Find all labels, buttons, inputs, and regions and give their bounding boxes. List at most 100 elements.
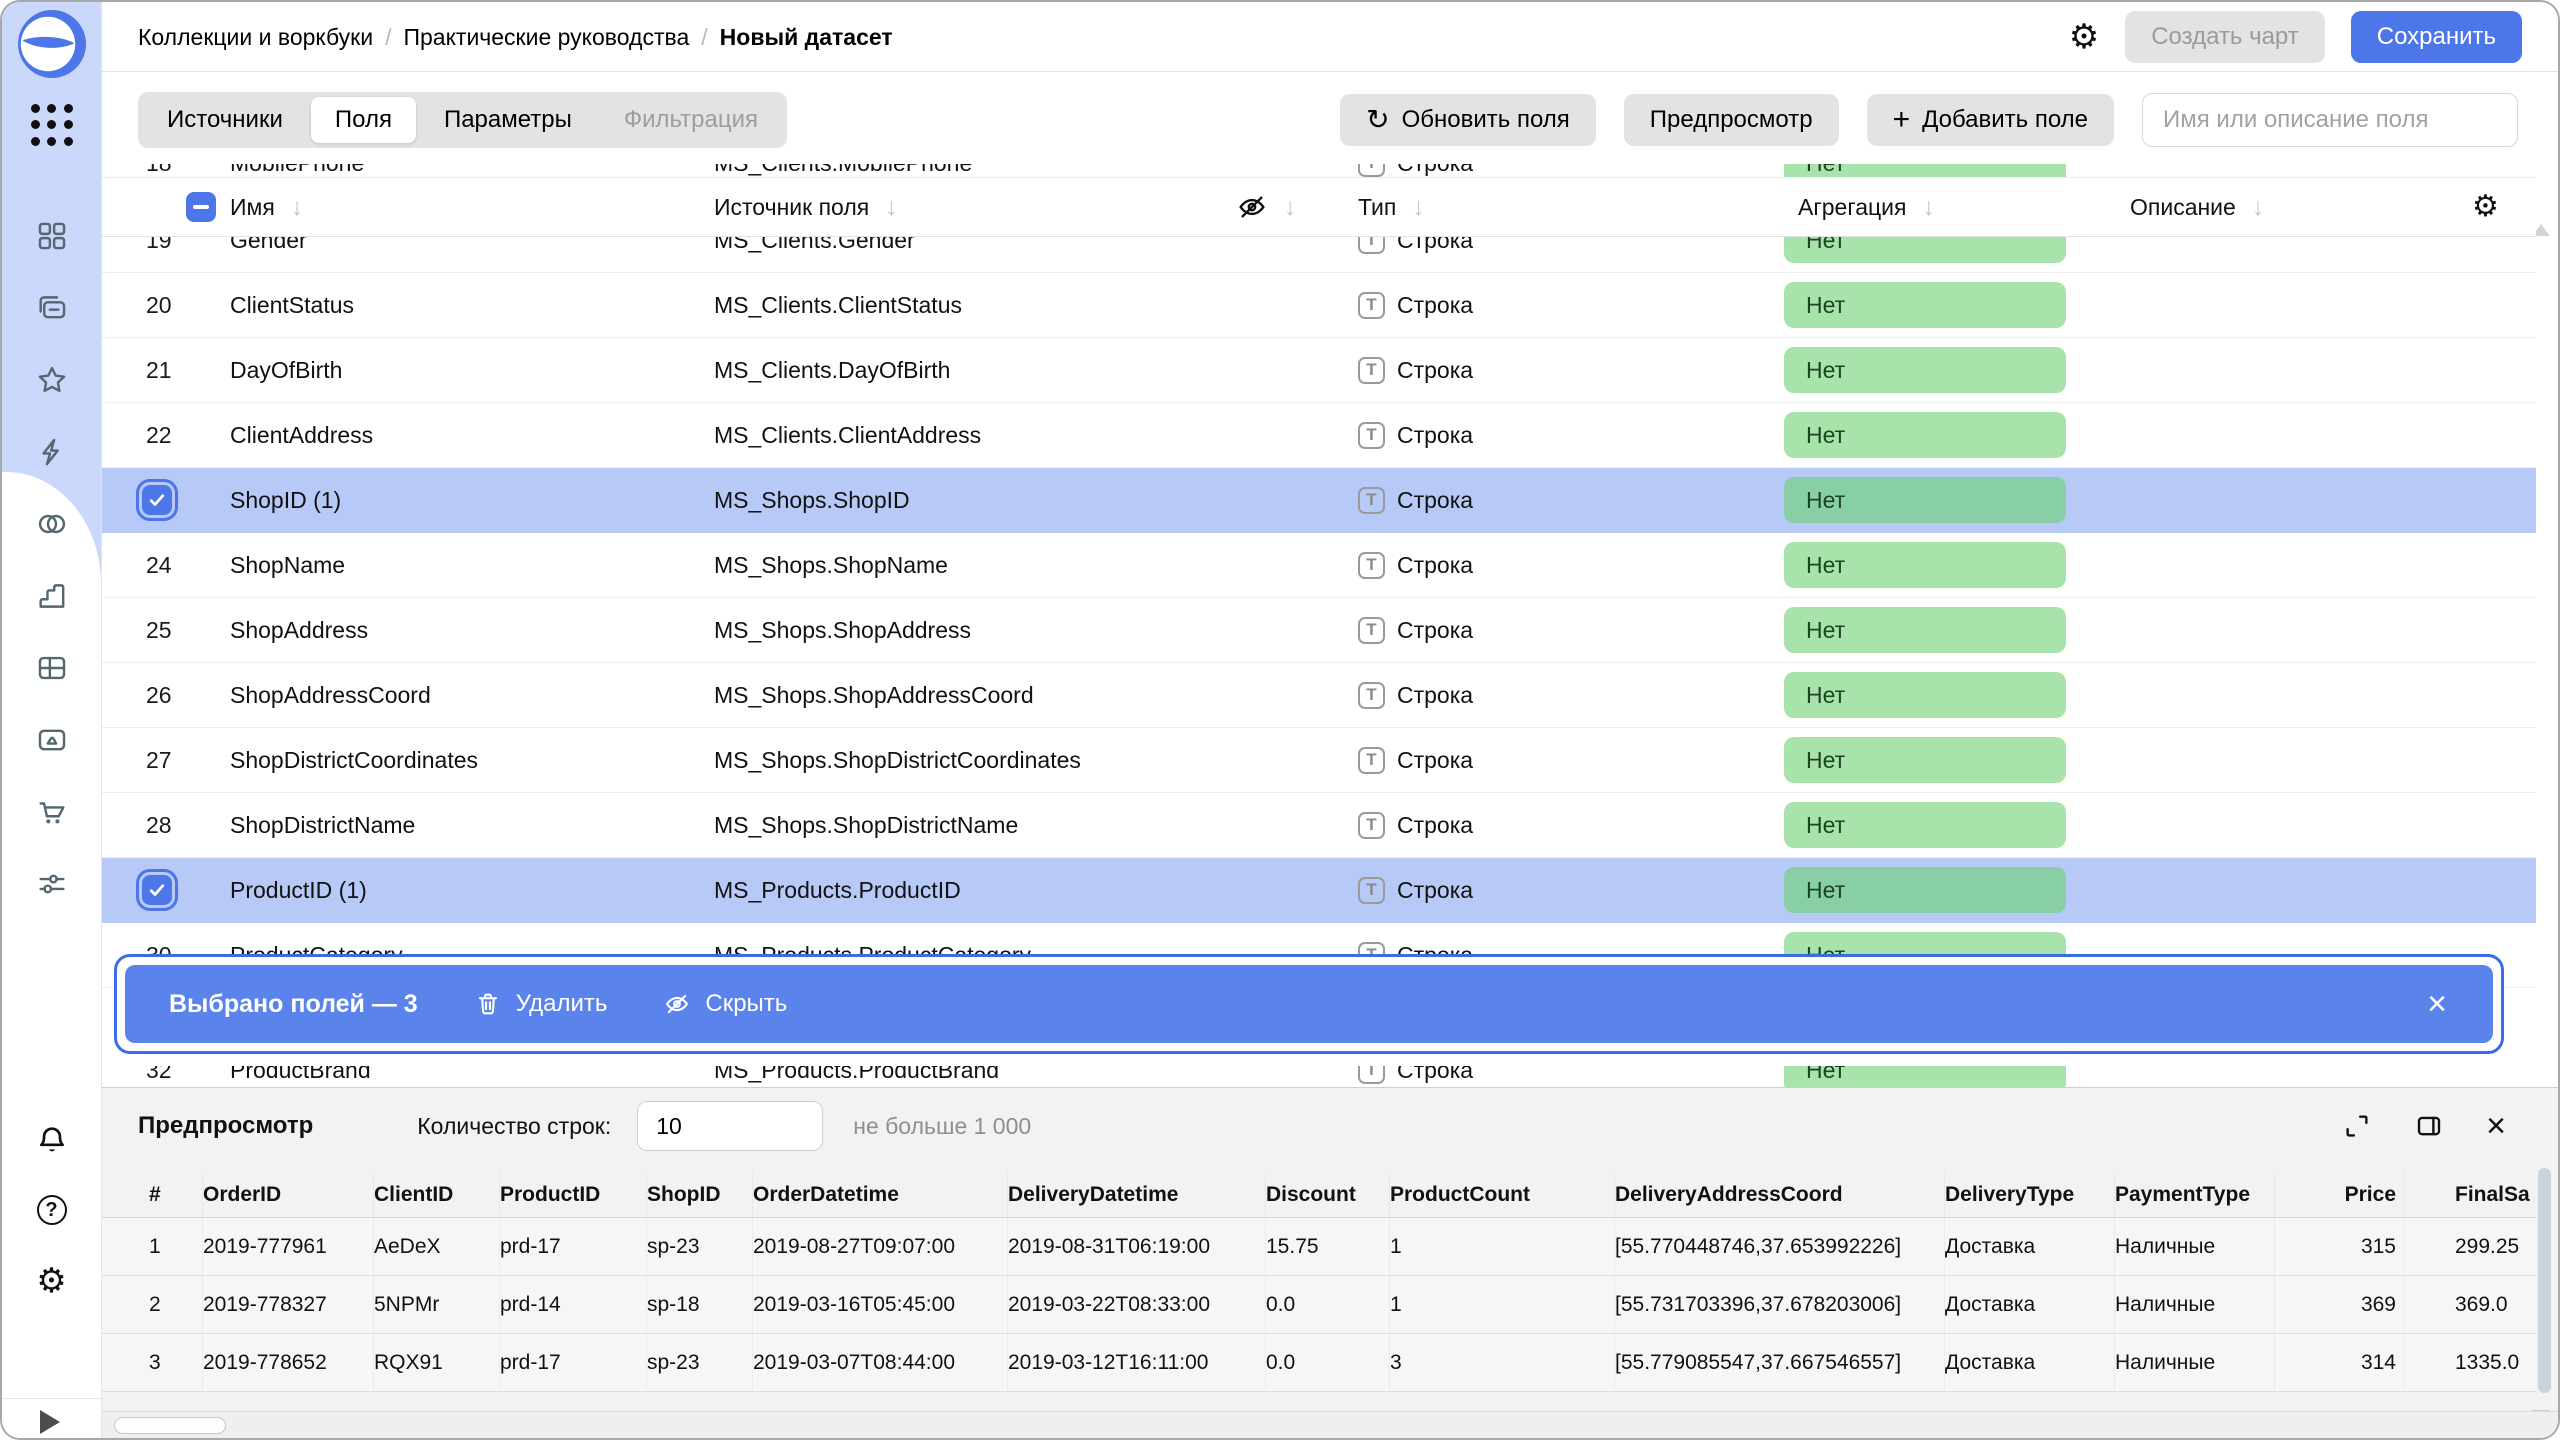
field-row[interactable]: 19GenderMS_Clients.GenderTСтрокаНет [102,237,2536,273]
preview-horizontal-scrollbar[interactable] [88,1411,2558,1438]
field-type-cell[interactable]: TСтрока [1336,357,1776,384]
preview-column-header[interactable]: # [149,1172,203,1217]
sidebar-item-favorites-icon[interactable] [34,362,70,398]
field-row[interactable]: 26ShopAddressCoordMS_Shops.ShopAddressCo… [102,663,2536,728]
field-row[interactable]: 32ProductBrandMS_Products.ProductBrandTС… [102,1066,2536,1087]
tab-sources[interactable]: Источники [143,97,307,143]
column-header-name[interactable]: Имя [230,194,275,220]
create-chart-button[interactable]: Создать чарт [2125,11,2325,63]
aggregation-select[interactable]: Нет [1784,164,2066,177]
preview-column-header[interactable]: DeliveryAddressCoord [1615,1172,1945,1217]
field-type-cell[interactable]: TСтрока [1336,164,1776,177]
sort-icon[interactable]: ↓ [2252,193,2265,221]
sidebar-item-dashboards-icon[interactable] [34,218,70,254]
hide-selected-button[interactable]: Скрыть [663,990,787,1018]
sort-icon[interactable]: ↓ [1922,193,1935,221]
aggregation-select[interactable]: Нет [1784,867,2066,913]
table-settings-gear-icon[interactable]: ⚙ [2472,192,2499,222]
preview-column-header[interactable]: ProductID [500,1172,647,1217]
aggregation-select[interactable]: Нет [1784,347,2066,393]
preview-vertical-scrollbar[interactable] [2538,1168,2552,1398]
field-row[interactable]: 22ClientAddressMS_Clients.ClientAddressT… [102,403,2536,468]
field-type-cell[interactable]: TСтрока [1336,1066,1776,1084]
apps-grid-icon[interactable] [31,104,73,146]
save-button[interactable]: Сохранить [2351,11,2522,63]
field-row[interactable]: 28ShopDistrictNameMS_Shops.ShopDistrictN… [102,793,2536,858]
aggregation-select[interactable]: Нет [1784,1066,2066,1087]
preview-column-header[interactable]: DeliveryType [1945,1172,2115,1217]
banner-close-icon[interactable]: × [2427,987,2447,1021]
sidebar-item-charts-icon[interactable] [34,578,70,614]
sidebar-expand-icon[interactable] [40,1410,60,1434]
field-type-cell[interactable]: TСтрока [1336,237,1776,254]
sidebar-item-tables-icon[interactable] [34,650,70,686]
field-row[interactable]: 24ShopNameMS_Shops.ShopNameTСтрокаНет [102,533,2536,598]
preview-button[interactable]: Предпросмотр [1624,94,1839,146]
sort-icon[interactable]: ↓ [1284,193,1297,222]
preview-column-header[interactable]: ProductCount [1390,1172,1615,1217]
field-type-cell[interactable]: TСтрока [1336,487,1776,514]
field-row[interactable]: 20ClientStatusMS_Clients.ClientStatusTСт… [102,273,2536,338]
preview-column-header[interactable]: PaymentType [2115,1172,2275,1217]
preview-column-header[interactable]: Price [2275,1172,2405,1217]
field-row[interactable]: ProductID (1)MS_Products.ProductIDTСтрок… [102,858,2536,923]
field-type-cell[interactable]: TСтрока [1336,682,1776,709]
add-field-button[interactable]: + Добавить поле [1867,94,2114,146]
field-type-cell[interactable]: TСтрока [1336,422,1776,449]
sort-icon[interactable]: ↓ [885,193,898,221]
field-type-cell[interactable]: TСтрока [1336,617,1776,644]
preview-column-header[interactable]: ShopID [647,1172,753,1217]
aggregation-select[interactable]: Нет [1784,282,2066,328]
hidden-eye-icon[interactable] [1236,191,1268,223]
field-type-cell[interactable]: TСтрока [1336,292,1776,319]
split-view-icon[interactable] [2414,1111,2444,1141]
field-type-cell[interactable]: TСтрока [1336,747,1776,774]
settings-gear-icon[interactable]: ⚙ [34,1263,70,1299]
sidebar-item-marketplace-icon[interactable] [34,794,70,830]
column-header-type[interactable]: Тип [1358,194,1396,221]
tab-fields[interactable]: Поля [311,97,416,143]
preview-close-icon[interactable]: × [2486,1109,2506,1143]
aggregation-select[interactable]: Нет [1784,412,2066,458]
preview-column-header[interactable]: OrderDatetime [753,1172,1008,1217]
row-count-input[interactable] [637,1101,823,1151]
breadcrumb-item[interactable]: Практические руководства [403,24,689,51]
field-row[interactable]: 18MobilePhoneMS_Clients.MobilePhoneTСтро… [102,164,2536,177]
column-header-description[interactable]: Описание [2130,194,2236,220]
field-row[interactable]: ShopID (1)MS_Shops.ShopIDTСтрокаНет [102,468,2536,533]
help-icon[interactable]: ? [34,1192,70,1228]
preview-column-header[interactable]: ClientID [374,1172,500,1217]
aggregation-select[interactable]: Нет [1784,802,2066,848]
field-type-cell[interactable]: TСтрока [1336,812,1776,839]
update-fields-button[interactable]: ↻ Обновить поля [1340,94,1596,146]
dataset-settings-gear-icon[interactable]: ⚙ [2069,20,2099,54]
sort-icon[interactable]: ↓ [1412,193,1425,222]
aggregation-select[interactable]: Нет [1784,607,2066,653]
datalens-logo-icon[interactable] [16,8,88,80]
field-row[interactable]: 27ShopDistrictCoordinatesMS_Shops.ShopDi… [102,728,2536,793]
field-type-cell[interactable]: TСтрока [1336,877,1776,904]
preview-column-header[interactable]: DeliveryDatetime [1008,1172,1266,1217]
row-checkbox-checked[interactable] [142,875,172,905]
aggregation-select[interactable]: Нет [1784,737,2066,783]
aggregation-select[interactable]: Нет [1784,477,2066,523]
field-row[interactable]: 25ShopAddressMS_Shops.ShopAddressTСтрока… [102,598,2536,663]
field-row[interactable]: 21DayOfBirthMS_Clients.DayOfBirthTСтрока… [102,338,2536,403]
column-header-source[interactable]: Источник поля [714,194,869,220]
sort-icon[interactable]: ↓ [291,193,304,221]
sidebar-item-connections-icon[interactable] [34,434,70,470]
sidebar-item-datasets-icon[interactable] [34,506,70,542]
field-type-cell[interactable]: TСтрока [1336,552,1776,579]
sidebar-item-services-icon[interactable] [34,866,70,902]
row-checkbox-checked[interactable] [142,485,172,515]
scrollbar-thumb[interactable] [114,1417,226,1434]
column-header-aggregation[interactable]: Агрегация [1798,194,1906,220]
aggregation-select[interactable]: Нет [1784,237,2066,263]
preview-column-header[interactable]: OrderID [203,1172,374,1217]
preview-column-header[interactable]: Discount [1266,1172,1390,1217]
tab-parameters[interactable]: Параметры [420,97,596,143]
field-search-input[interactable] [2142,93,2518,147]
breadcrumb-item[interactable]: Коллекции и воркбуки [138,24,373,51]
aggregation-select[interactable]: Нет [1784,542,2066,588]
notifications-bell-icon[interactable] [34,1122,70,1158]
